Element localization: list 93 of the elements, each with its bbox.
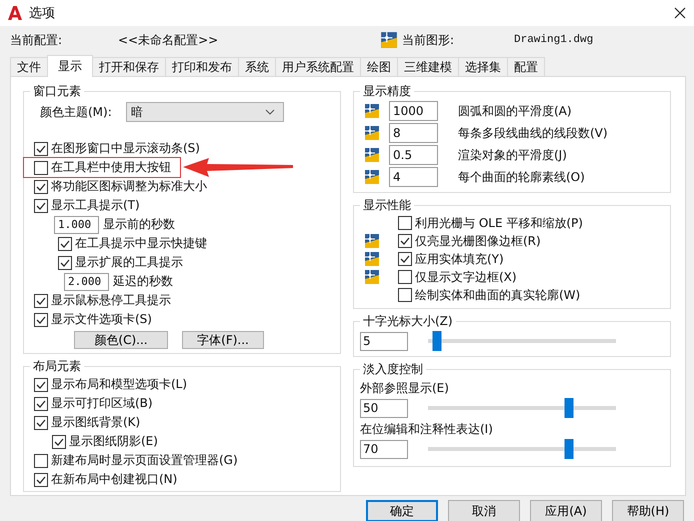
checkbox[interactable] [34,472,48,486]
checkbox-label: 显示鼠标悬停工具提示 [51,292,171,309]
arrow-icon [183,158,293,178]
field-label: 外部参照显示(E) [360,380,450,397]
logo-icon [8,5,22,21]
tab[interactable]: 文件 [10,57,48,76]
input-field[interactable]: 8 [389,123,438,143]
drawing-label: 当前图形: [402,32,456,48]
input-field[interactable]: 70 [360,440,408,458]
checkbox-label: 显示可打印区域(B) [51,395,153,412]
dialog-button[interactable]: 应用(A) [530,500,602,521]
checkbox-label: 利用光栅与 OLE 平移和缩放(P) [415,214,583,232]
group-title: 显示性能 [362,197,412,214]
tab[interactable]: 配置 [507,57,545,76]
checkbox[interactable] [398,234,412,248]
checkbox[interactable] [34,180,48,194]
dialog-button[interactable]: 帮助(H) [612,500,684,521]
checkbox[interactable] [398,216,412,230]
drawing-name: Drawing1.dwg [514,34,594,46]
drawing-file-icon [380,31,398,49]
drawing-file-icon [364,103,380,119]
field-label: 圆弧和圆的平滑度(A) [458,102,572,120]
checkbox[interactable] [34,378,48,392]
checkbox-label: 在图形窗口中显示滚动条(S) [51,140,200,157]
checkbox-label: 新建布局时显示页面设置管理器(G) [51,452,238,469]
profile-label: 当前配置: [10,32,64,48]
slider-thumb[interactable] [432,331,442,351]
checkbox-label: 仅亮显光栅图像边框(R) [415,232,541,250]
checkbox-label: 将功能区图标调整为标准大小 [51,178,207,195]
window-title: 选项 [29,5,56,22]
input-field[interactable]: 5 [360,332,408,350]
seconds-field[interactable]: 1.000 [54,216,99,234]
checkbox[interactable] [34,294,48,308]
color-theme-dropdown[interactable]: 暗 [126,102,284,122]
checkbox-label: 应用实体填充(Y) [415,250,504,268]
input-field[interactable]: 0.5 [389,145,438,165]
checkbox-label: 在工具栏中使用大按钮 [51,159,171,176]
slider-thumb[interactable] [564,398,574,418]
checkbox-label: 仅显示文字边框(X) [415,268,517,286]
checkbox-label: 显示文件选项卡(S) [51,311,152,328]
close-icon[interactable] [674,7,686,19]
tab[interactable]: 打印和发布 [165,57,239,76]
seconds-field[interactable]: 2.000 [64,272,109,290]
tab[interactable]: 用户系统配置 [275,57,361,76]
checkbox[interactable] [34,142,48,156]
tab[interactable]: 打开和保存 [92,57,166,76]
checkbox[interactable] [398,288,412,302]
group-title: 十字光标大小(Z) [362,313,454,330]
checkbox[interactable] [58,256,72,270]
profile-name: <<未命名配置>> [118,32,220,48]
field-label: 在位编辑和注释性表达(I) [360,421,494,438]
checkbox-label: 在新布局中创建视口(N) [51,471,178,488]
group-title: 显示精度 [362,83,412,100]
dialog-button[interactable]: 确定 [366,500,438,521]
checkbox[interactable] [34,198,48,212]
checkbox-label: 绘制实体和曲面的真实轮廓(W) [415,286,580,304]
checkbox[interactable] [34,416,48,430]
checkbox-label: 显示扩展的工具提示 [75,254,183,271]
drawing-file-icon [364,147,380,163]
checkbox[interactable] [34,312,48,326]
checkbox[interactable] [34,160,48,174]
field-label: 显示前的秒数 [103,216,175,233]
checkbox[interactable] [398,252,412,266]
field-label: 颜色主题(M): [40,104,113,120]
checkbox[interactable] [34,454,48,468]
checkbox-label: 显示布局和模型选项卡(L) [51,376,188,393]
tab[interactable]: 选择集 [458,57,508,76]
slider-thumb[interactable] [564,439,574,459]
checkbox[interactable] [58,236,72,250]
checkbox-label: 显示图纸背景(K) [51,414,140,431]
checkbox[interactable] [52,434,66,448]
tab[interactable]: 显示 [47,55,93,77]
input-field[interactable]: 50 [360,398,408,418]
drawing-file-icon [364,169,380,185]
field-label: 每个曲面的轮廓素线(O) [458,168,585,186]
group-title: 窗口元素 [32,83,82,100]
drawing-file-icon [364,125,380,141]
input-field[interactable]: 1000 [389,101,438,121]
group-title: 布局元素 [32,358,82,375]
checkbox[interactable] [398,270,412,284]
input-field[interactable]: 4 [389,167,438,187]
checkbox-label: 在工具提示中显示快捷键 [75,235,207,252]
dialog-button[interactable]: 取消 [448,500,520,521]
field-label: 渲染对象的平滑度(J) [458,146,567,164]
field-label: 每条多段线曲线的线段数(V) [458,124,608,142]
checkbox-label: 显示图纸阴影(E) [69,433,158,450]
checkbox-label: 显示工具提示(T) [51,197,140,214]
group-title: 淡入度控制 [362,361,424,378]
chevron-down-icon [265,109,275,115]
checkbox[interactable] [34,396,48,410]
dialog-button[interactable]: 字体(F)... [182,331,264,349]
dialog-button[interactable]: 颜色(C)... [74,331,168,349]
field-label: 延迟的秒数 [113,273,173,290]
